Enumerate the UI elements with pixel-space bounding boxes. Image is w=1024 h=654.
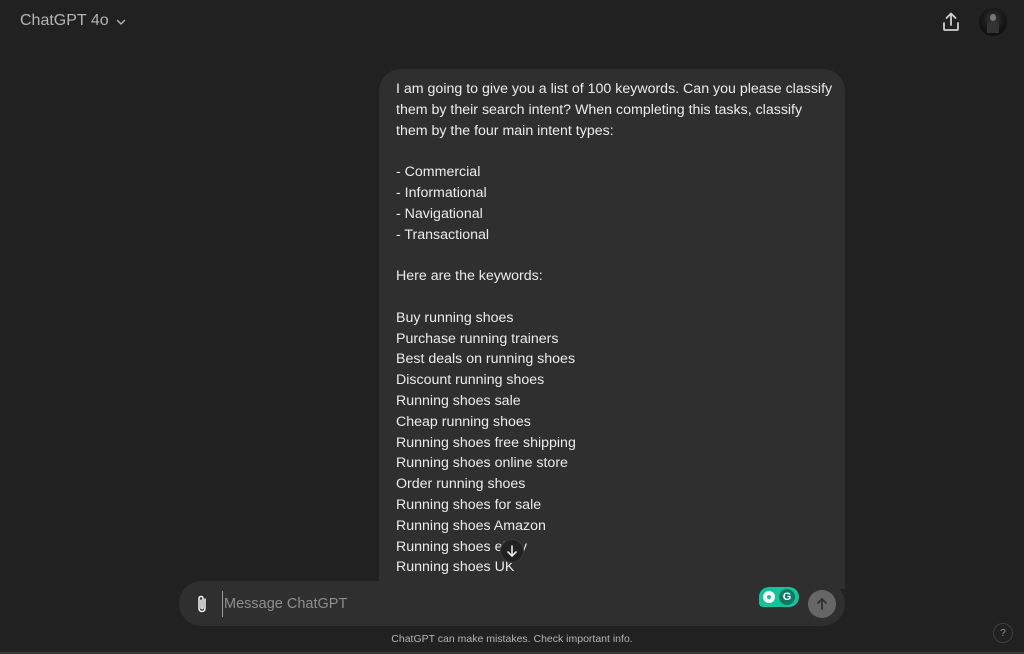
disclaimer-text: ChatGPT can make mistakes. Check importa… [391, 633, 633, 645]
message-line: Here are the keywords: [396, 268, 543, 285]
message-line: I am going to give you a list of 100 key… [396, 81, 833, 97]
message-line: Buy running shoes [396, 309, 514, 326]
message-line: Running shoes online store [396, 455, 568, 472]
user-avatar[interactable] [979, 8, 1007, 36]
message-line: Running shoes eBay [396, 538, 527, 555]
message-input[interactable] [222, 591, 742, 617]
grammarly-g-icon: G [779, 589, 795, 605]
scroll-down-button[interactable] [500, 539, 524, 563]
header: ChatGPT 4o [0, 0, 1024, 46]
message-line: Running shoes Amazon [396, 517, 546, 534]
grammarly-bulb-icon [763, 591, 775, 603]
avatar-figure-head [990, 14, 996, 21]
share-button[interactable] [940, 10, 962, 34]
message-line: Cheap running shoes [396, 413, 531, 430]
message-line: Running shoes free shipping [396, 434, 576, 451]
help-button[interactable]: ? [993, 623, 1013, 643]
message-line: Running shoes UK [396, 559, 515, 576]
chat-app: ChatGPT 4o I am going to give you a list… [0, 0, 1024, 654]
model-switcher[interactable]: ChatGPT 4o [20, 12, 127, 30]
message-composer: G [179, 581, 845, 626]
message-line: Discount running shoes [396, 372, 545, 389]
attach-button[interactable] [193, 593, 211, 615]
message-line: - Commercial [396, 164, 481, 181]
chevron-down-icon [116, 19, 125, 25]
message-line: Best deals on running shoes [396, 351, 576, 368]
avatar-figure-body [987, 21, 999, 33]
send-button[interactable] [808, 590, 836, 618]
message-line: - Informational [396, 184, 487, 201]
arrow-down-icon [507, 545, 517, 557]
message-line: Order running shoes [396, 476, 526, 493]
message-line: Purchase running trainers [396, 330, 559, 347]
grammarly-widget[interactable]: G [759, 587, 799, 607]
model-label: ChatGPT 4o [20, 12, 109, 29]
message-line: them by the four main intent types: [396, 122, 614, 139]
message-line: Running shoes for sale [396, 496, 542, 513]
message-line: them by their search intent? When comple… [396, 101, 803, 118]
message-line: - Navigational [396, 205, 483, 222]
share-upload-icon [943, 12, 959, 31]
arrow-up-icon [817, 598, 827, 610]
message-line: Running shoes sale [396, 392, 521, 409]
user-message-bubble: I am going to give you a list of 100 key… [379, 69, 845, 589]
paperclip-icon [198, 595, 206, 613]
message-line: - Transactional [396, 226, 490, 243]
